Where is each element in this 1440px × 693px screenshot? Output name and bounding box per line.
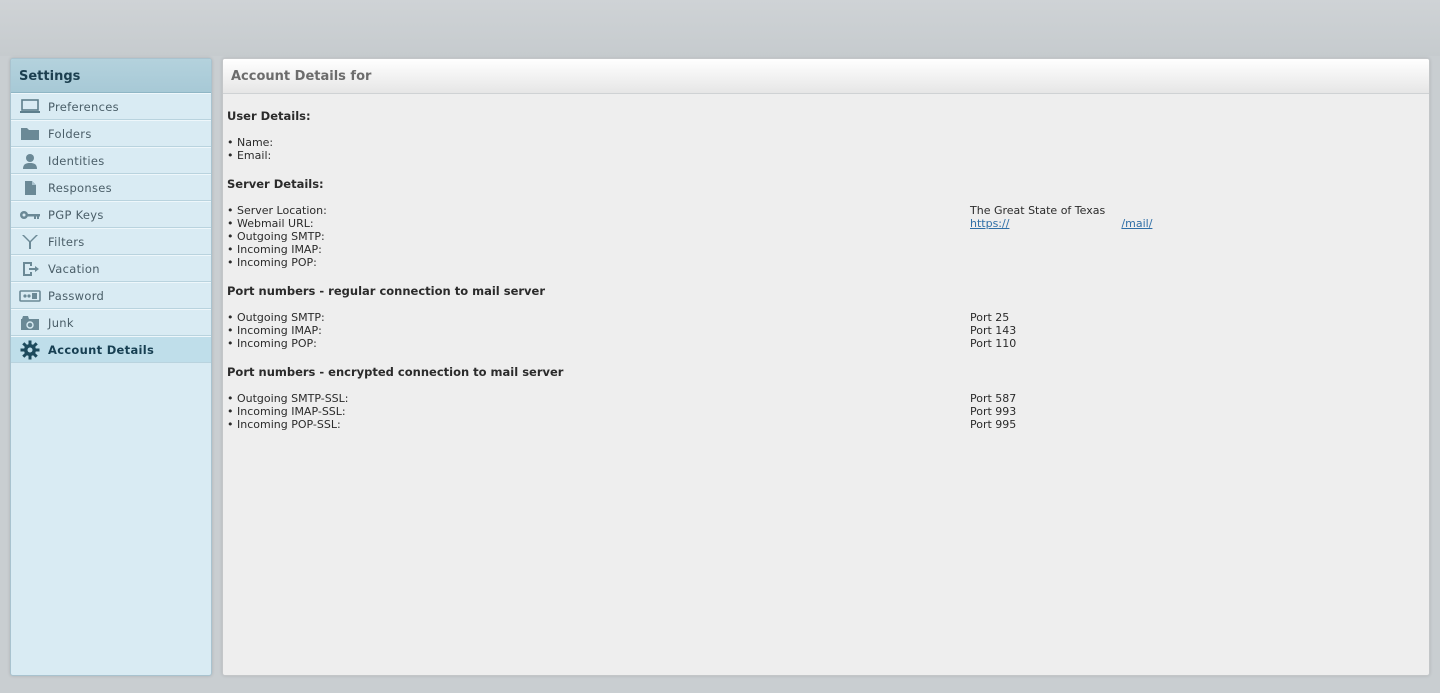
row-value: Port 587 xyxy=(970,392,1017,405)
folder-icon xyxy=(19,125,41,143)
sidebar-item-label: Identities xyxy=(48,153,105,168)
row-label: • Incoming POP: xyxy=(227,256,317,269)
regular-ports-heading: Port numbers - regular connection to mai… xyxy=(227,284,546,298)
port-row: • Incoming IMAP: Port 143 xyxy=(227,324,1417,337)
junk-icon xyxy=(19,314,41,332)
key-icon xyxy=(19,206,41,224)
row-label: • Outgoing SMTP: xyxy=(227,311,325,324)
document-icon xyxy=(19,179,41,197)
sidebar-item-account-details[interactable]: Account Details xyxy=(11,336,211,363)
row-value: Port 110 xyxy=(970,337,1017,350)
row-label: • Server Location: xyxy=(227,204,327,217)
row-value: Port 25 xyxy=(970,311,1010,324)
settings-sidebar: Settings Preferences Folders Identities … xyxy=(10,58,212,676)
outgoing-smtp-row: • Outgoing SMTP: xyxy=(227,230,1417,243)
row-label: • Webmail URL: xyxy=(227,217,314,230)
row-label: • Incoming IMAP: xyxy=(227,243,322,256)
sidebar-item-label: Folders xyxy=(48,126,92,141)
sidebar-item-label: Password xyxy=(48,288,105,303)
sidebar-item-label: Filters xyxy=(48,234,85,249)
sidebar-item-label: Responses xyxy=(48,180,112,195)
sidebar-item-junk[interactable]: Junk xyxy=(11,309,211,336)
gear-icon xyxy=(19,340,41,359)
account-details-panel: Account Details for User Details: • Name… xyxy=(222,58,1430,676)
sidebar-title: Settings xyxy=(11,59,211,93)
sidebar-item-filters[interactable]: Filters xyxy=(11,228,211,255)
sidebar-item-password[interactable]: Password xyxy=(11,282,211,309)
sidebar-item-label: Junk xyxy=(48,315,74,330)
sidebar-item-preferences[interactable]: Preferences xyxy=(11,93,211,120)
webmail-url-link-path[interactable]: /mail/ xyxy=(1121,217,1152,230)
sidebar-item-label: Preferences xyxy=(48,99,119,114)
port-row: • Incoming POP-SSL: Port 995 xyxy=(227,418,1417,431)
webmail-url-link-group: https:// /mail/ xyxy=(970,217,1152,230)
row-label: • Incoming IMAP-SSL: xyxy=(227,405,346,418)
exit-icon xyxy=(19,260,41,278)
row-label: • Email: xyxy=(227,149,272,162)
sidebar-item-label: PGP Keys xyxy=(48,207,104,222)
sidebar-item-label: Account Details xyxy=(48,342,155,357)
person-icon xyxy=(19,152,41,170)
webmail-url-link[interactable]: https:// xyxy=(970,217,1009,230)
top-bar xyxy=(0,0,1440,56)
filter-icon xyxy=(19,233,41,251)
port-row: • Outgoing SMTP-SSL: Port 587 xyxy=(227,392,1417,405)
email-row: • Email: xyxy=(227,149,1417,162)
port-row: • Incoming IMAP-SSL: Port 993 xyxy=(227,405,1417,418)
row-label: • Outgoing SMTP: xyxy=(227,230,325,243)
sidebar-item-vacation[interactable]: Vacation xyxy=(11,255,211,282)
webmail-url-row: • Webmail URL: https:// /mail/ xyxy=(227,217,1417,230)
password-icon xyxy=(19,287,41,305)
row-value: The Great State of Texas xyxy=(970,204,1106,217)
row-label: • Outgoing SMTP-SSL: xyxy=(227,392,349,405)
encrypted-ports-heading: Port numbers - encrypted connection to m… xyxy=(227,365,564,379)
row-label: • Name: xyxy=(227,136,274,149)
server-location-row: • Server Location: The Great State of Te… xyxy=(227,204,1417,217)
sidebar-item-responses[interactable]: Responses xyxy=(11,174,211,201)
sidebar-item-label: Vacation xyxy=(48,261,100,276)
monitor-icon xyxy=(19,98,41,116)
row-label: • Incoming IMAP: xyxy=(227,324,322,337)
user-details-heading: User Details: xyxy=(227,109,311,123)
port-row: • Incoming POP: Port 110 xyxy=(227,337,1417,350)
row-label: • Incoming POP-SSL: xyxy=(227,418,341,431)
row-value: Port 995 xyxy=(970,418,1017,431)
sidebar-item-folders[interactable]: Folders xyxy=(11,120,211,147)
row-value: Port 143 xyxy=(970,324,1017,337)
row-value: Port 993 xyxy=(970,405,1017,418)
page-title: Account Details for xyxy=(223,59,1429,94)
sidebar-item-identities[interactable]: Identities xyxy=(11,147,211,174)
incoming-pop-row: • Incoming POP: xyxy=(227,256,1417,269)
server-details-heading: Server Details: xyxy=(227,177,324,191)
sidebar-item-pgp-keys[interactable]: PGP Keys xyxy=(11,201,211,228)
row-label: • Incoming POP: xyxy=(227,337,317,350)
port-row: • Outgoing SMTP: Port 25 xyxy=(227,311,1417,324)
incoming-imap-row: • Incoming IMAP: xyxy=(227,243,1417,256)
name-row: • Name: xyxy=(227,136,1417,149)
